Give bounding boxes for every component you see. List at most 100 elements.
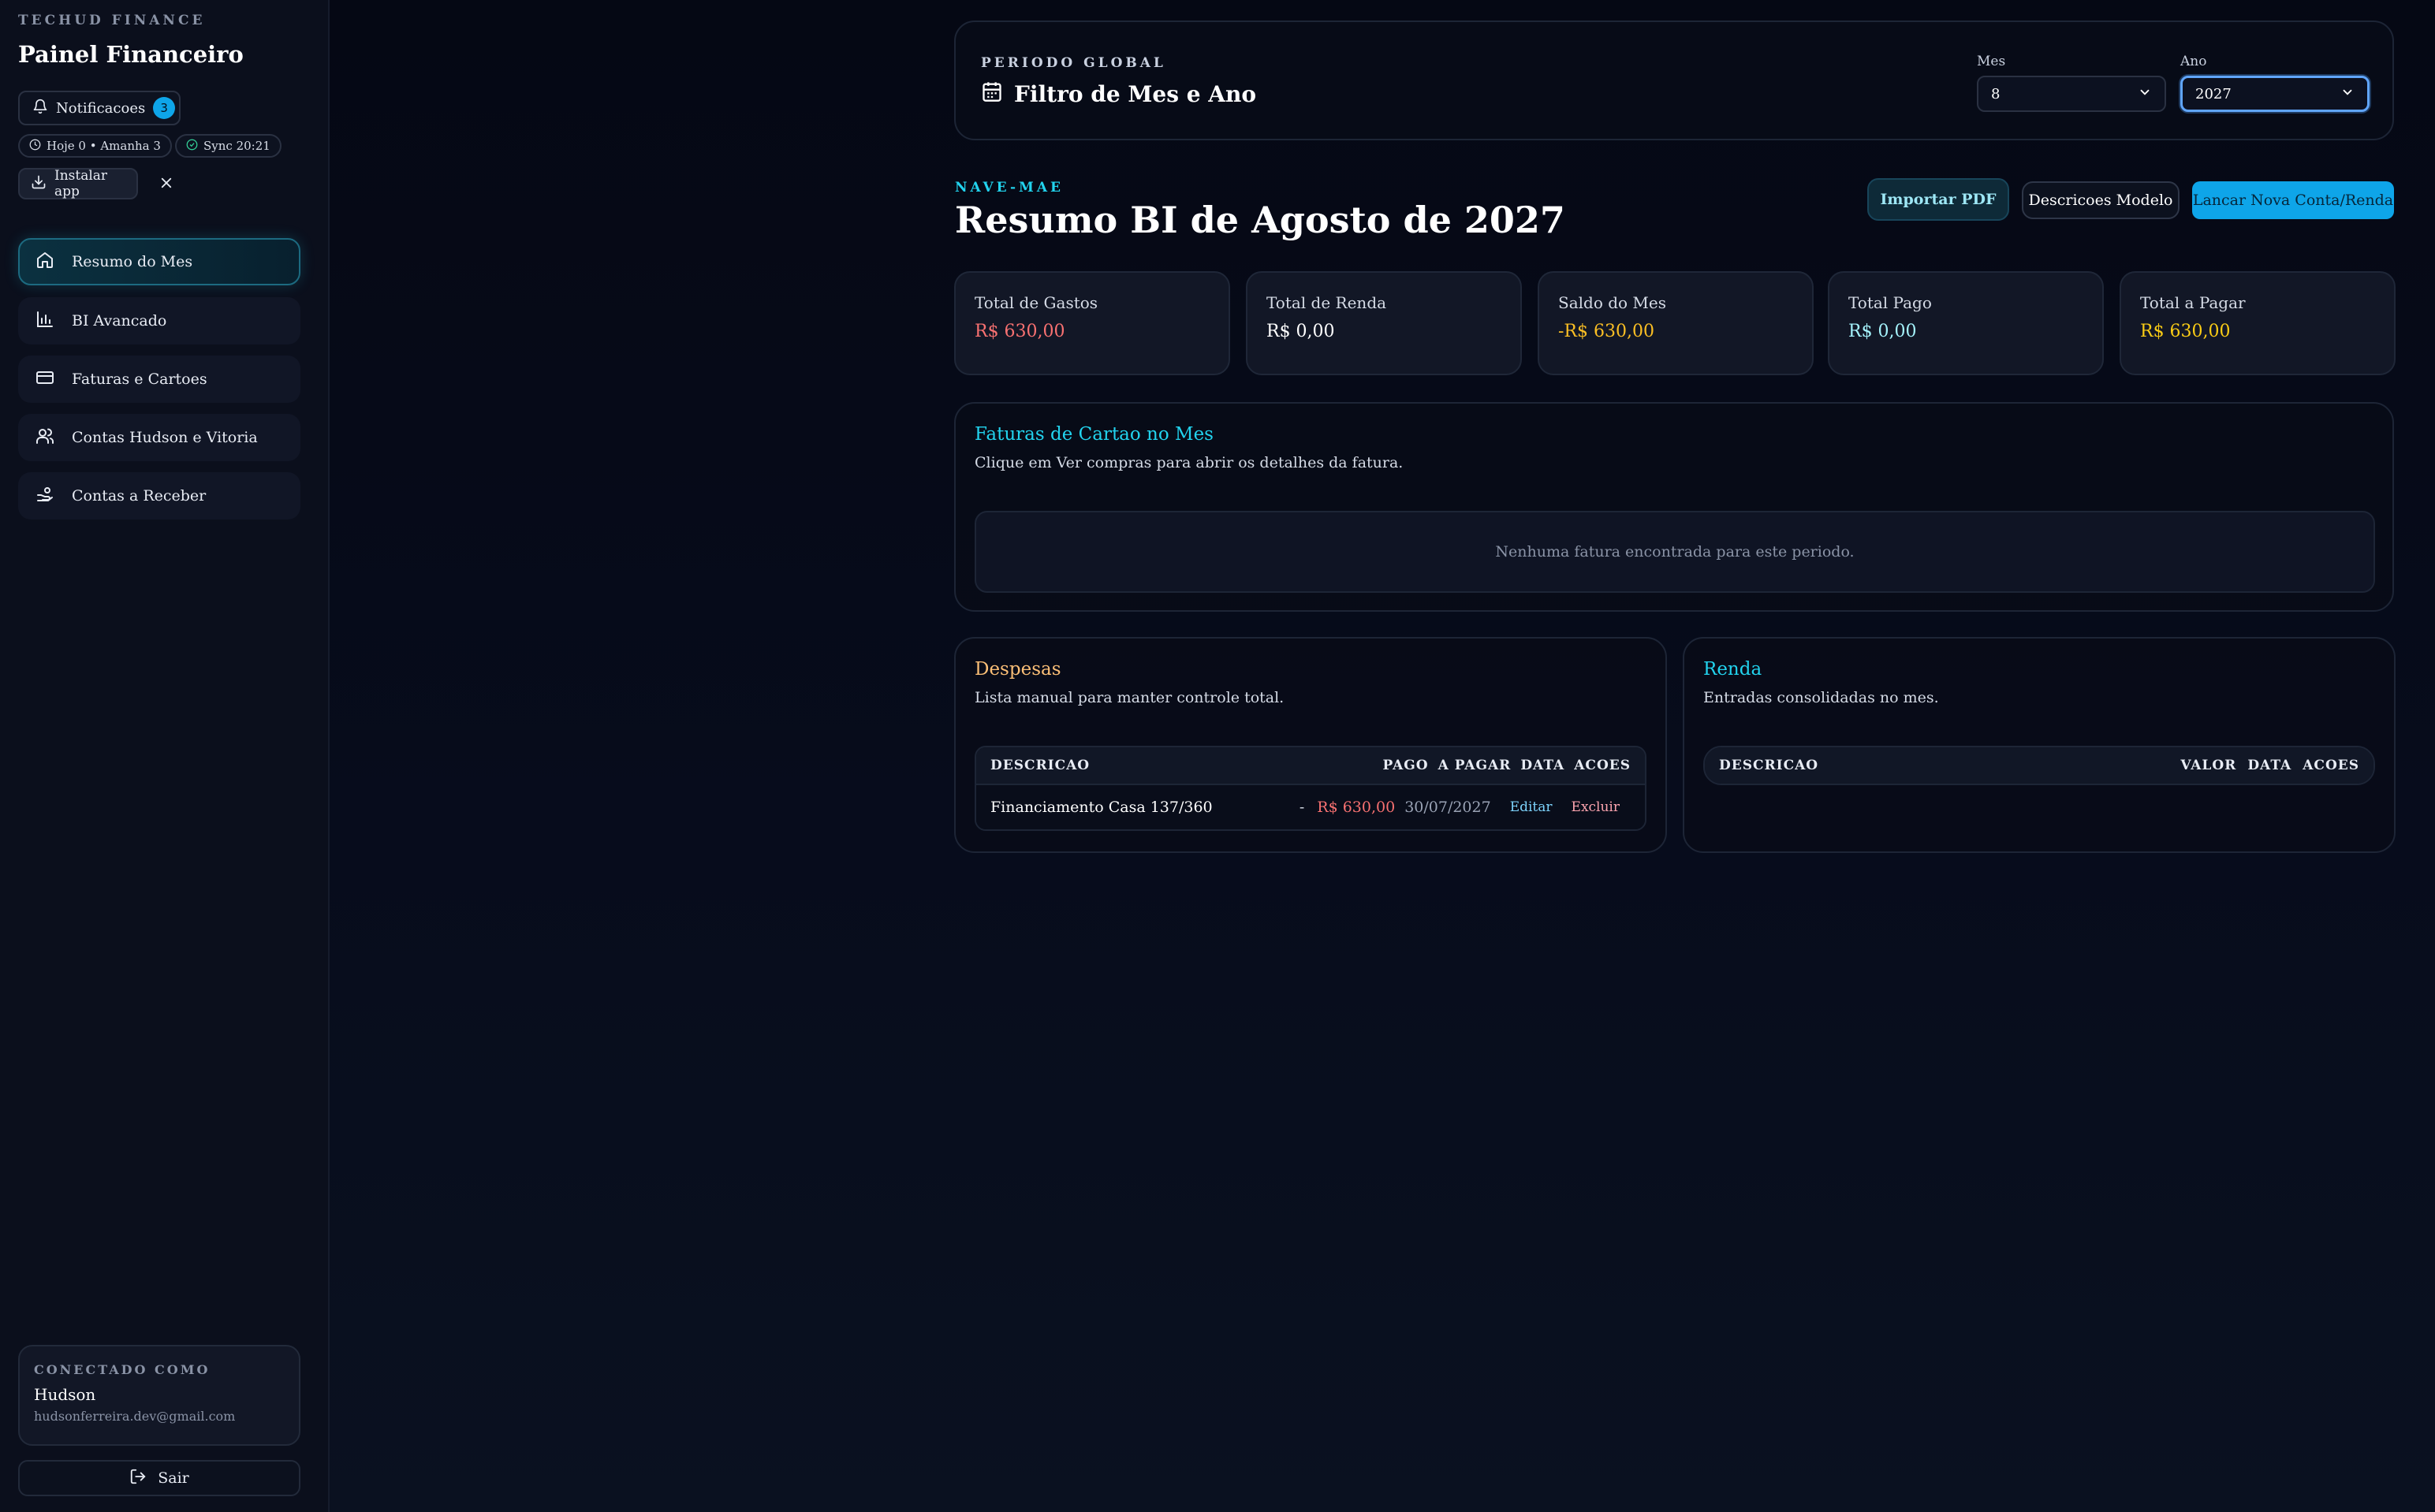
- column-header-data: DATA: [2247, 758, 2292, 773]
- income-title: Renda: [1703, 659, 1762, 680]
- sync-text: Sync 20:21: [203, 139, 270, 153]
- page-kicker: NAVE-MAE: [955, 180, 1064, 196]
- column-header-descricao: DESCRICAO: [1719, 758, 1819, 773]
- kpi-card-total-a-pagar: Total a Pagar R$ 630,00: [2120, 271, 2396, 375]
- edit-link[interactable]: Editar: [1510, 799, 1553, 815]
- income-table: DESCRICAO VALOR DATA ACOES: [1703, 746, 2375, 785]
- notifications-button[interactable]: Notificacoes 3: [18, 91, 181, 125]
- year-select[interactable]: 2027: [2180, 76, 2370, 112]
- invoices-title: Faturas de Cartao no Mes: [975, 424, 1214, 445]
- month-value: 8: [1991, 85, 2001, 102]
- period-title-text: Filtro de Mes e Ano: [1014, 81, 1257, 107]
- sidebar-item-label: Contas Hudson e Vitoria: [72, 429, 258, 446]
- user-email: hudsonferreira.dev@gmail.com: [34, 1409, 236, 1424]
- brand-kicker: TECHUD FINANCE: [18, 13, 206, 28]
- kpi-value: R$ 630,00: [2140, 322, 2231, 341]
- table-header: DESCRICAO VALOR DATA ACOES: [1705, 747, 2373, 784]
- kpi-label: Total a Pagar: [2140, 293, 2246, 312]
- template-descriptions-button[interactable]: Descricoes Modelo: [2022, 181, 2180, 219]
- expenses-panel: Despesas Lista manual para manter contro…: [954, 637, 1667, 853]
- brand-title: Painel Financeiro: [18, 41, 244, 68]
- sync-pill: Sync 20:21: [175, 134, 282, 158]
- card-invoices-panel: Faturas de Cartao no Mes Clique em Ver c…: [954, 402, 2394, 612]
- invoices-empty-state: Nenhuma fatura encontrada para este peri…: [975, 511, 2375, 593]
- sidebar-item-label: BI Avancado: [72, 312, 167, 330]
- close-icon[interactable]: [156, 173, 177, 193]
- sidebar-item-contas-a-receber[interactable]: Contas a Receber: [18, 472, 300, 520]
- kpi-label: Saldo do Mes: [1558, 293, 1667, 312]
- kpi-card-total-gastos: Total de Gastos R$ 630,00: [954, 271, 1230, 375]
- period-kicker: PERIODO GLOBAL: [981, 55, 1166, 71]
- delete-link[interactable]: Excluir: [1572, 799, 1620, 815]
- sidebar-item-label: Contas a Receber: [72, 487, 207, 505]
- sidebar-item-label: Resumo do Mes: [72, 253, 193, 270]
- income-description: Entradas consolidadas no mes.: [1703, 689, 1939, 706]
- calendar-icon: [981, 80, 1003, 108]
- install-app-label: Instalar app: [54, 168, 108, 199]
- expense-paid: -: [1299, 799, 1305, 816]
- sidebar-item-resumo-do-mes[interactable]: Resumo do Mes: [18, 238, 300, 285]
- expense-date: 30/07/2027: [1404, 799, 1491, 816]
- today-tomorrow-pill: Hoje 0 • Amanha 3: [18, 134, 172, 158]
- credit-card-icon: [35, 368, 54, 391]
- user-card: CONECTADO COMO Hudson hudsonferreira.dev…: [18, 1345, 300, 1446]
- sidebar-item-bi-avancado[interactable]: BI Avancado: [18, 297, 300, 344]
- month-label: Mes: [1977, 54, 2006, 69]
- kpi-label: Total de Gastos: [975, 293, 1098, 312]
- notifications-label: Notificacoes: [56, 99, 146, 117]
- expenses-title: Despesas: [975, 659, 1061, 680]
- column-header-a-pagar: A PAGAR: [1438, 758, 1512, 773]
- year-value: 2027: [2195, 85, 2232, 102]
- kpi-value: R$ 630,00: [975, 322, 1065, 341]
- invoices-description: Clique em Ver compras para abrir os deta…: [975, 454, 1404, 471]
- table-row: Financiamento Casa 137/360 - R$ 630,00 3…: [976, 784, 1645, 829]
- page-title: Resumo BI de Agosto de 2027: [955, 199, 1565, 241]
- import-pdf-button[interactable]: Importar PDF: [1867, 178, 2009, 221]
- kpi-card-total-renda: Total de Renda R$ 0,00: [1246, 271, 1522, 375]
- income-panel: Renda Entradas consolidadas no mes. DESC…: [1683, 637, 2396, 853]
- connected-as-label: CONECTADO COMO: [34, 1362, 211, 1377]
- expense-to-pay: R$ 630,00: [1317, 799, 1396, 816]
- table-header: DESCRICAO PAGO A PAGAR DATA ACOES: [976, 747, 1645, 784]
- logout-label: Sair: [158, 1469, 189, 1487]
- kpi-value: R$ 0,00: [1266, 322, 1335, 341]
- column-header-pago: PAGO: [1382, 758, 1429, 773]
- column-header-valor: VALOR: [2180, 758, 2237, 773]
- kpi-card-saldo-mes: Saldo do Mes -R$ 630,00: [1538, 271, 1814, 375]
- bar-chart-icon: [35, 310, 54, 333]
- expenses-description: Lista manual para manter controle total.: [975, 689, 1285, 706]
- logout-button[interactable]: Sair: [18, 1460, 300, 1496]
- kpi-card-total-pago: Total Pago R$ 0,00: [1828, 271, 2104, 375]
- kpi-label: Total Pago: [1848, 293, 1932, 312]
- sidebar-item-label: Faturas e Cartoes: [72, 371, 207, 388]
- sidebar: TECHUD FINANCE Painel Financeiro Notific…: [0, 0, 330, 1512]
- month-select[interactable]: 8: [1977, 76, 2166, 112]
- user-name: Hudson: [34, 1385, 96, 1404]
- install-app-button[interactable]: Instalar app: [18, 168, 138, 199]
- kpi-value: R$ 0,00: [1848, 322, 1917, 341]
- bell-icon: [32, 99, 48, 118]
- sidebar-item-contas-hudson-e-vitoria[interactable]: Contas Hudson e Vitoria: [18, 414, 300, 461]
- hand-coins-icon: [35, 485, 54, 508]
- expense-description: Financiamento Casa 137/360: [990, 799, 1213, 816]
- notifications-count-badge: 3: [153, 97, 176, 119]
- users-icon: [35, 426, 54, 449]
- period-filter-panel: PERIODO GLOBAL Filtro de Mes e Ano Mes 8…: [954, 20, 2394, 140]
- today-tomorrow-text: Hoje 0 • Amanha 3: [47, 139, 161, 153]
- period-title: Filtro de Mes e Ano: [981, 80, 1256, 108]
- new-entry-button[interactable]: Lancar Nova Conta/Renda: [2192, 181, 2394, 219]
- kpi-label: Total de Renda: [1266, 293, 1387, 312]
- chevron-down-icon: [2340, 85, 2355, 103]
- check-circle-icon: [186, 139, 198, 154]
- column-header-acoes: ACOES: [1574, 758, 1631, 773]
- year-label: Ano: [2180, 54, 2207, 69]
- download-icon: [31, 174, 47, 194]
- chevron-down-icon: [2138, 85, 2152, 103]
- logout-icon: [129, 1468, 147, 1489]
- clock-icon: [29, 139, 41, 154]
- kpi-value: -R$ 630,00: [1558, 322, 1654, 341]
- expenses-table: DESCRICAO PAGO A PAGAR DATA ACOES Financ…: [975, 746, 1646, 831]
- sidebar-item-faturas-e-cartoes[interactable]: Faturas e Cartoes: [18, 356, 300, 403]
- column-header-descricao: DESCRICAO: [990, 758, 1091, 773]
- column-header-data: DATA: [1520, 758, 1565, 773]
